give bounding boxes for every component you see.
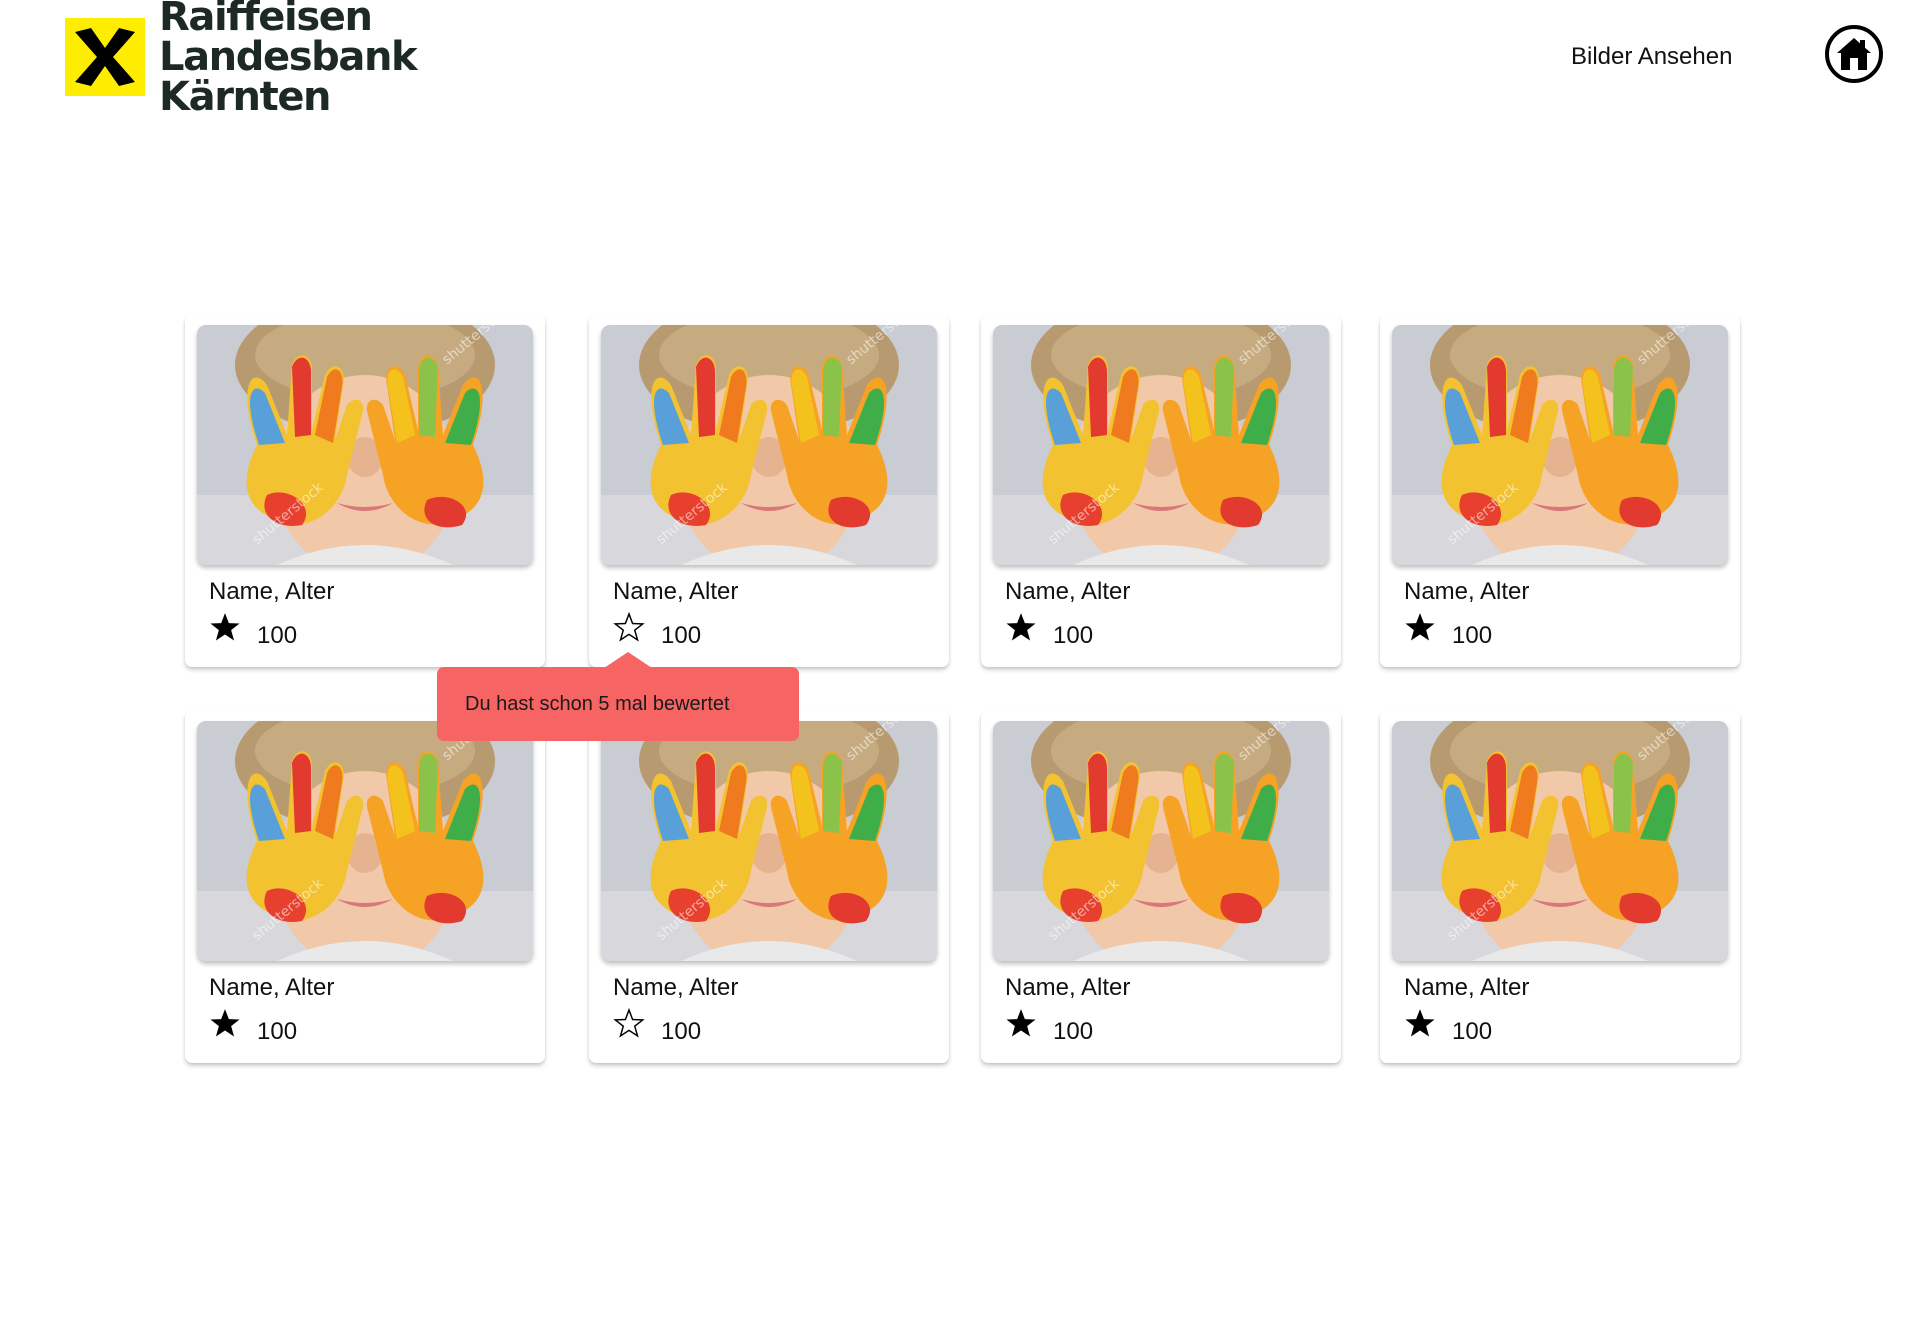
card-name: Name, Alter — [1005, 974, 1131, 1001]
card-score: 100 — [257, 1018, 298, 1045]
photo-card[interactable]: Name, Alter 100 — [185, 711, 545, 1063]
card-score: 100 — [1452, 1018, 1493, 1045]
nav-link-bilder-ansehen[interactable]: Bilder Ansehen — [1571, 40, 1732, 74]
child-photo[interactable] — [197, 325, 533, 565]
star-filled-icon[interactable] — [209, 1007, 241, 1039]
star-filled-icon[interactable] — [1404, 611, 1436, 643]
child-photo[interactable] — [601, 325, 937, 565]
star-outline-icon[interactable] — [613, 1007, 645, 1039]
card-name: Name, Alter — [209, 578, 335, 605]
child-photo[interactable] — [1392, 325, 1728, 565]
card-score: 100 — [1053, 1018, 1094, 1045]
photo-card[interactable]: Name, Alter 100 — [1380, 711, 1740, 1063]
card-score: 100 — [1053, 622, 1094, 649]
photo-card[interactable]: Name, Alter 100 — [981, 315, 1341, 667]
card-name: Name, Alter — [1404, 974, 1530, 1001]
photo-card[interactable]: Name, Alter 100 — [981, 711, 1341, 1063]
child-photo[interactable] — [993, 721, 1329, 961]
photo-card[interactable]: Name, Alter 100 — [1380, 315, 1740, 667]
photo-card[interactable]: Name, Alter 100 — [589, 315, 949, 667]
home-button[interactable] — [1825, 25, 1883, 83]
card-name: Name, Alter — [1404, 578, 1530, 605]
star-outline-icon[interactable] — [613, 611, 645, 643]
rating-limit-tooltip: Du hast schon 5 mal bewertet — [437, 667, 799, 741]
photo-card[interactable]: Name, Alter 100 — [185, 315, 545, 667]
raiffeisen-gable-cross-icon — [65, 18, 145, 96]
brand-wordmark: Raiffeisen Landesbank Kärnten — [159, 0, 570, 117]
home-icon — [1837, 38, 1871, 70]
child-photo[interactable] — [993, 325, 1329, 565]
star-filled-icon[interactable] — [1404, 1007, 1436, 1039]
child-photo[interactable] — [1392, 721, 1728, 961]
brand-line-1: Raiffeisen — [159, 0, 373, 40]
card-name: Name, Alter — [613, 974, 739, 1001]
child-photo[interactable] — [197, 721, 533, 961]
card-score: 100 — [661, 1018, 702, 1045]
card-score: 100 — [257, 622, 298, 649]
photo-card[interactable]: Name, Alter 100 — [589, 711, 949, 1063]
star-filled-icon[interactable] — [209, 611, 241, 643]
card-name: Name, Alter — [209, 974, 335, 1001]
star-filled-icon[interactable] — [1005, 1007, 1037, 1039]
card-name: Name, Alter — [613, 578, 739, 605]
tooltip-text: Du hast schon 5 mal bewertet — [465, 693, 730, 715]
brand-logo[interactable]: Raiffeisen Landesbank Kärnten — [65, 0, 570, 117]
brand-line-2: Landesbank Kärnten — [159, 34, 418, 120]
card-name: Name, Alter — [1005, 578, 1131, 605]
card-score: 100 — [1452, 622, 1493, 649]
tooltip-arrow — [604, 652, 652, 668]
star-filled-icon[interactable] — [1005, 611, 1037, 643]
card-score: 100 — [661, 622, 702, 649]
child-photo[interactable] — [601, 721, 937, 961]
